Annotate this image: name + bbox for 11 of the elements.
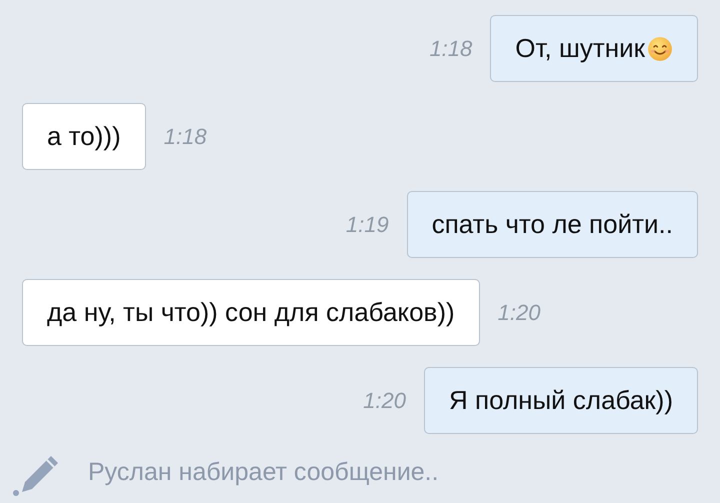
- message-time: 1:19: [346, 212, 389, 238]
- message-text: спать что ле пойти..: [432, 209, 673, 240]
- message-time: 1:18: [429, 36, 472, 62]
- message-text: а то))): [47, 121, 121, 152]
- typing-status: Руслан набирает сообщение..: [88, 458, 439, 488]
- message-time: 1:18: [164, 124, 207, 150]
- message-time: 1:20: [363, 388, 406, 414]
- message-time: 1:20: [498, 300, 540, 326]
- message-text: да ну, ты что)) сон для слабаков)): [47, 297, 455, 328]
- message-text: От, шутник: [515, 33, 645, 64]
- message-text: Я полный слабак)): [448, 385, 673, 416]
